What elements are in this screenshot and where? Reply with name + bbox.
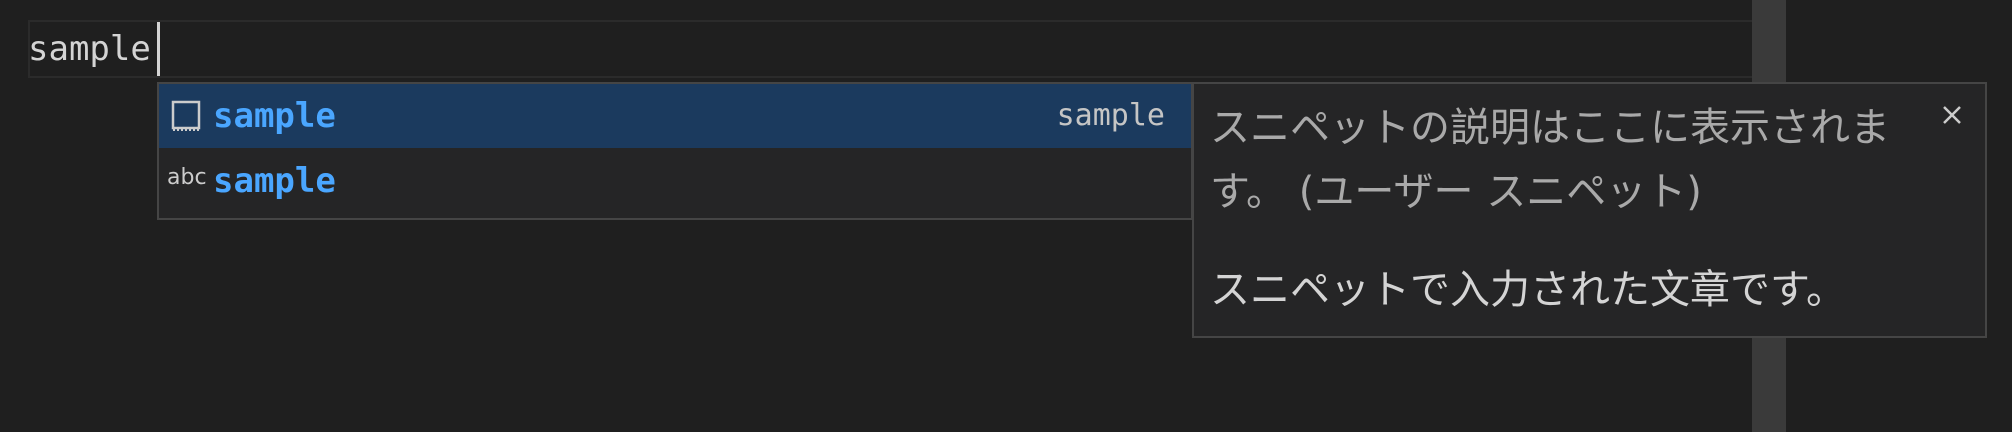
suggestion-label: sample [213, 96, 336, 136]
suggest-widget: sample sample abc sample [157, 82, 1193, 220]
snippet-icon [171, 100, 201, 131]
suggestion-details-pane: スニペットの説明はここに表示されます。 (ユーザー スニペット) スニペットで入… [1192, 82, 1987, 338]
code-editor[interactable]: sample sample sample abc sample スニペットの説明… [0, 0, 2012, 432]
text-cursor [157, 22, 160, 76]
details-description: スニペットの説明はここに表示されます。 (ユーザー スニペット) [1210, 105, 1890, 215]
suggestion-item[interactable]: sample sample [159, 84, 1191, 148]
editor-line-text[interactable]: sample [28, 26, 151, 72]
details-body-text: スニペットで入力された文章です。 [1210, 267, 1846, 313]
current-line-highlight [28, 20, 1776, 78]
text-icon: abc [167, 165, 207, 190]
close-icon[interactable] [1935, 98, 1969, 132]
suggestion-label: sample [213, 161, 336, 201]
suggestion-detail: sample [1056, 98, 1165, 133]
suggestion-item[interactable]: abc sample [159, 149, 1191, 213]
